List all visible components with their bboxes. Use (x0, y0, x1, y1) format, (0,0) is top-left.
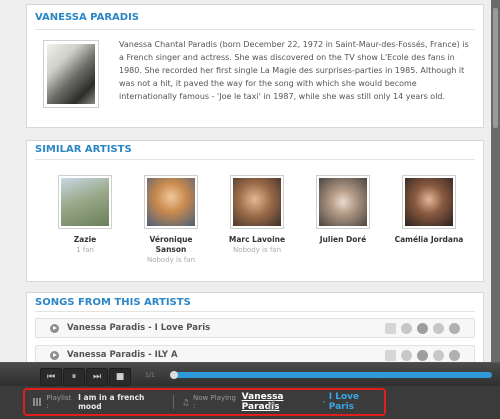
twitter-icon[interactable] (401, 350, 412, 361)
artist-thumbnail[interactable] (402, 175, 456, 229)
vertical-scrollbar[interactable] (491, 0, 500, 362)
similar-artist[interactable]: Zazie 1 fan (47, 175, 123, 265)
progress-bar[interactable] (170, 371, 492, 379)
play-icon[interactable] (50, 350, 59, 360)
stop-icon[interactable]: ■ (109, 368, 131, 386)
similar-artists-title: SIMILAR ARTISTS (35, 144, 132, 155)
playlist-name[interactable]: I am in a french mood (78, 393, 165, 411)
artist-bio-panel: VANESSA PARADIS Vanessa Chantal Paradis … (26, 4, 484, 128)
artist-thumbnail[interactable] (230, 175, 284, 229)
bio-text: Vanessa Chantal Paradis (born December 2… (119, 40, 469, 101)
divider (35, 29, 475, 30)
artist-thumbnail[interactable] (58, 175, 112, 229)
artist-photo (43, 40, 99, 108)
artist-thumbnail[interactable] (144, 175, 198, 229)
next-icon[interactable]: ⏭ (86, 368, 108, 386)
divider (35, 159, 475, 160)
artist-name[interactable]: Julien Doré (305, 235, 381, 245)
hand-cursor-icon: ☝ (268, 398, 277, 414)
page: VANESSA PARADIS Vanessa Chantal Paradis … (0, 0, 491, 419)
play-icon[interactable] (50, 323, 59, 333)
pause-icon[interactable]: ⏸ (63, 368, 85, 386)
add-icon[interactable] (449, 350, 460, 361)
scrollbar-thumb[interactable] (493, 8, 498, 128)
progress-knob[interactable] (170, 371, 178, 379)
player-controls-strip: ⏮ ⏸ ⏭ ■ 1/1 (0, 362, 500, 386)
facebook-icon[interactable] (417, 323, 428, 334)
music-note-icon: ♫ (181, 397, 190, 407)
separator (172, 395, 174, 409)
songs-title: SONGS FROM THIS ARTISTS (35, 297, 191, 308)
artist-fans: Nobody is fan (232, 246, 282, 254)
twitter-icon[interactable] (401, 323, 412, 334)
add-icon[interactable] (449, 323, 460, 334)
heart-icon[interactable] (433, 323, 444, 334)
previous-icon[interactable]: ⏮ (40, 368, 62, 386)
similar-artists-panel: SIMILAR ARTISTS Zazie 1 fan Véronique Sa… (26, 140, 484, 282)
song-title[interactable]: Vanessa Paradis - I Love Paris (67, 323, 210, 333)
heart-icon[interactable] (433, 350, 444, 361)
now-playing-label: Now Playing : (193, 394, 236, 410)
songs-panel: SONGS FROM THIS ARTISTS Vanessa Paradis … (26, 292, 484, 372)
now-playing-artist[interactable]: Vanessa Paradis (242, 392, 320, 412)
song-row[interactable]: Vanessa Paradis - I Love Paris (35, 318, 475, 338)
mail-icon[interactable] (385, 350, 396, 361)
mail-icon[interactable] (385, 323, 396, 334)
artist-name[interactable]: Véronique Sanson (133, 235, 209, 255)
similar-artist[interactable]: Camélia Jordana (391, 175, 467, 265)
playlist-label: Playlist : (46, 394, 72, 410)
artist-fans: 1 fan (76, 246, 94, 254)
similar-artist[interactable]: Marc Lavoine Nobody is fan (219, 175, 295, 265)
now-playing-song[interactable]: I Love Paris (329, 392, 384, 412)
track-counter: 1/1 (145, 372, 155, 379)
similar-artist[interactable]: Véronique Sanson Nobody is fan (133, 175, 209, 265)
now-playing-dash: - (322, 397, 326, 407)
now-playing-highlight: Playlist : I am in a french mood ♫ Now P… (23, 388, 386, 416)
bio-title: VANESSA PARADIS (35, 12, 139, 23)
artist-name[interactable]: Zazie (47, 235, 123, 245)
artist-thumbnail[interactable] (316, 175, 370, 229)
similar-artist[interactable]: Julien Doré (305, 175, 381, 265)
playlist-icon (33, 398, 43, 406)
artist-name[interactable]: Marc Lavoine (219, 235, 295, 245)
facebook-icon[interactable] (417, 350, 428, 361)
artist-name[interactable]: Camélia Jordana (391, 235, 467, 245)
artist-fans: Nobody is fan (146, 256, 196, 264)
divider (35, 311, 475, 312)
song-title[interactable]: Vanessa Paradis - ILY A (67, 350, 178, 360)
